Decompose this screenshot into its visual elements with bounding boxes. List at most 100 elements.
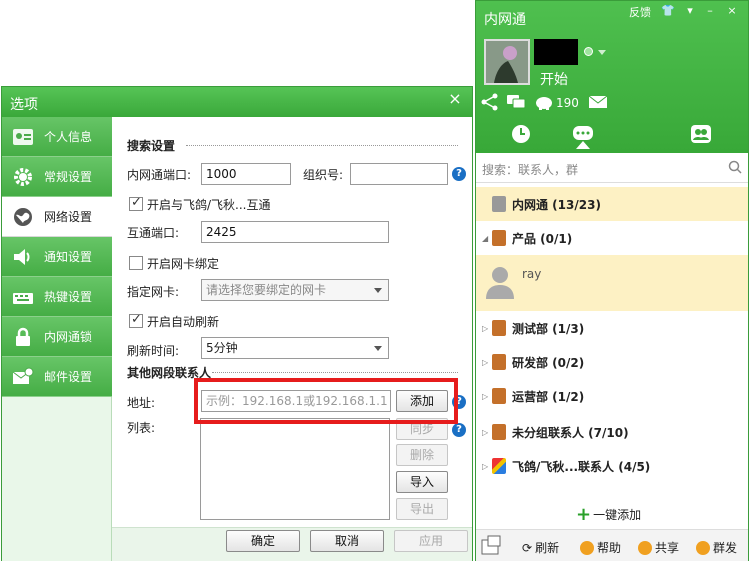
chevron-down-icon [374,346,382,351]
auto-refresh-checkbox[interactable] [129,312,143,328]
group-row-test[interactable]: ▷ 测试部 (1/3) [476,311,748,345]
group-row-ungrouped[interactable]: ▷ 未分组联系人 (7/10) [476,415,748,449]
sidebar-item-notification[interactable]: 通知设置 [2,237,112,277]
im-header: 内网通 反馈 👕 ▾ – × 开始 190 [476,1,748,153]
app-box-icon[interactable] [480,534,502,556]
group-label: 组织号: [303,168,344,182]
sidebar-item-label: 网络设置 [44,210,93,224]
refresh-select[interactable]: 5分钟 [201,337,389,359]
refresh-icon: ⟳ [522,540,533,555]
one-click-add-button[interactable]: + 一键添加 [576,504,641,525]
feedback-button[interactable]: 反馈 [628,4,652,19]
nic-select[interactable]: 请选择您要绑定的网卡 [201,279,389,301]
share-icon [638,540,652,555]
group-icon [492,230,506,246]
options-title: 选项 [10,97,38,113]
help-button[interactable]: 帮助 [580,539,621,556]
broadcast-label: 群发 [713,541,738,555]
contact-name: ray [522,267,542,281]
sidebar-item-mail[interactable]: 邮件设置 [2,357,112,397]
group-row-ops[interactable]: ▷ 运营部 (1/2) [476,379,748,413]
sidebar-item-network[interactable]: 网络设置 [2,197,112,237]
group-label: 内网通 (13/23) [512,197,601,212]
user-avatar-icon [484,265,516,299]
help-icon[interactable]: ? [452,423,466,437]
highlight-box [194,378,458,424]
sidebar-item-label: 邮件设置 [44,370,93,384]
close-icon[interactable]: × [440,89,470,109]
share-icon[interactable] [480,93,500,111]
ok-button[interactable]: 确定 [226,530,300,552]
address-list[interactable] [200,418,390,520]
group-label: 产品 (0/1) [512,231,573,246]
contact-row[interactable]: ray [476,255,748,311]
speaker-icon [10,246,36,268]
signature[interactable]: 开始 [540,69,568,89]
share-label: 共享 [655,541,680,555]
piggy-bank-icon[interactable] [534,93,554,111]
keyboard-icon [10,286,36,308]
export-button[interactable]: 导出 [396,498,448,520]
refresh-label: 刷新 [535,541,560,555]
sidebar-item-personal-info[interactable]: 个人信息 [2,117,112,157]
help-icon[interactable]: ? [452,167,466,181]
group-icon [492,424,506,440]
refresh-button[interactable]: ⟳ 刷新 [522,539,559,556]
collapsed-triangle-icon: ▷ [482,357,489,367]
globe-icon [10,206,36,228]
lock-icon [10,326,36,348]
sidebar-item-label: 常规设置 [44,170,93,184]
section-divider [212,372,458,373]
search-icon[interactable] [728,160,742,174]
tab-recent-clock-icon[interactable] [510,123,532,145]
im-bottom-bar: ⟳ 刷新 帮助 共享 群发 [476,529,748,561]
im-panel: 内网通 反馈 👕 ▾ – × 开始 190 搜索：联系人，群 内网通 (13/2… [475,0,749,561]
port-input[interactable]: 1000 [201,163,291,185]
group-row-feige[interactable]: ▷ 飞鸽/飞秋...联系人 (4/5) [476,449,748,483]
plus-icon: + [576,504,592,525]
close-icon[interactable]: × [724,4,740,18]
chevron-down-icon[interactable]: ▾ [682,4,698,18]
apply-button[interactable]: 应用 [394,530,468,552]
mail-icon[interactable] [588,93,608,111]
contact-search-input[interactable]: 搜索：联系人，群 [476,153,748,183]
sidebar-item-hotkey[interactable]: 热键设置 [2,277,112,317]
minimize-icon[interactable]: – [702,4,718,18]
online-status-icon[interactable] [584,47,593,56]
broadcast-button[interactable]: 群发 [696,539,737,556]
nickname-redacted [534,39,578,65]
delete-button[interactable]: 删除 [396,444,448,466]
help-label: 帮助 [597,541,622,555]
chevron-down-icon[interactable] [598,50,606,55]
tab-groups-icon[interactable] [690,123,712,145]
nic-bind-label: 开启网卡绑定 [147,257,220,271]
group-icon [492,320,506,336]
group-input[interactable] [350,163,448,185]
interop-port-input[interactable]: 2425 [201,221,389,243]
options-titlebar[interactable]: 选项 × [2,87,472,117]
cancel-button[interactable]: 取消 [310,530,384,552]
interop-label: 开启与飞鸽/飞秋...互通 [147,198,271,212]
interop-checkbox[interactable] [129,195,143,211]
import-button[interactable]: 导入 [396,471,448,493]
nic-select-value: 请选择您要绑定的网卡 [206,283,327,297]
skin-icon[interactable]: 👕 [660,4,676,18]
share-button[interactable]: 共享 [638,539,679,556]
search-settings-heading: 搜索设置 [127,139,176,153]
group-row-dev[interactable]: ▷ 研发部 (0/2) [476,345,748,379]
address-label: 地址: [127,396,156,410]
tab-selected-indicator [576,141,590,149]
sidebar-item-lock[interactable]: 内网通锁 [2,317,112,357]
collapsed-triangle-icon: ▷ [482,323,489,333]
options-sidebar: 个人信息 常规设置 网络设置 通知设置 热键设置 内网通锁 邮件设置 [2,117,112,561]
sidebar-item-general[interactable]: 常规设置 [2,157,112,197]
group-row-intranet[interactable]: 内网通 (13/23) [476,187,748,221]
group-row-product[interactable]: ◢ 产品 (0/1) [476,221,748,255]
sidebar-item-label: 热键设置 [44,290,93,304]
avatar[interactable] [484,39,530,85]
help-icon [580,540,594,555]
chat-icon[interactable] [506,93,526,111]
id-card-icon [10,126,36,148]
group-icon [492,196,506,212]
nic-bind-checkbox[interactable] [129,256,143,270]
